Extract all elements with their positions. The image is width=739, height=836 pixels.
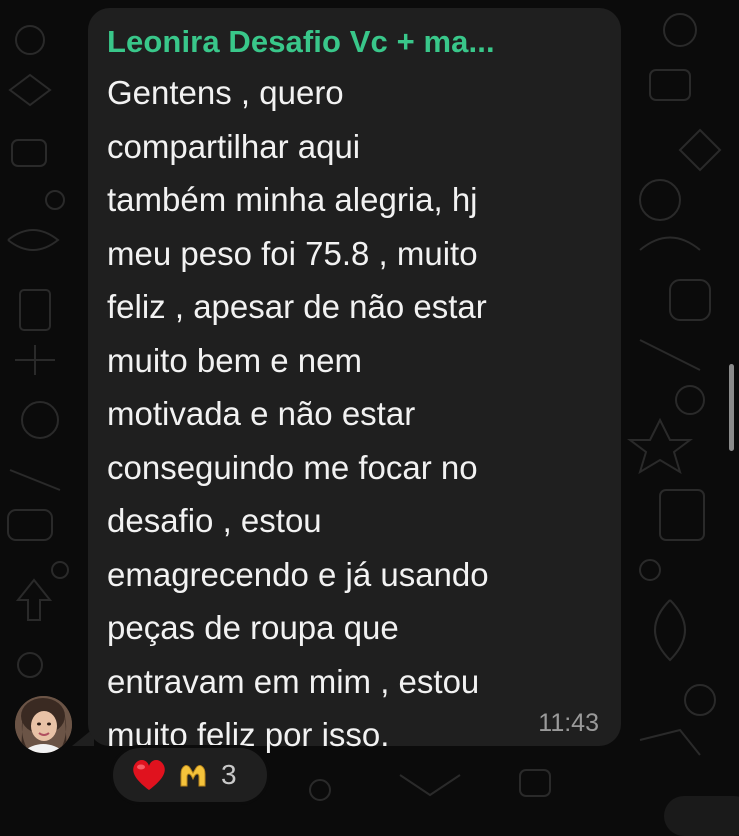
- message-line: peças de roupa que: [107, 609, 399, 646]
- message-line: entravam em mim , estou: [107, 662, 480, 700]
- message-line: Gentens , quero: [107, 74, 344, 111]
- message-line: muito bem e nem: [107, 341, 362, 379]
- reaction-count: 3: [221, 759, 237, 790]
- heart-icon: [131, 758, 167, 792]
- scrollbar[interactable]: [729, 364, 734, 451]
- next-message-bubble: [664, 796, 739, 836]
- message-line: também minha alegria, hj: [107, 181, 478, 218]
- message-line: conseguindo me focar no: [107, 448, 478, 486]
- heart-hands-icon: [177, 760, 209, 790]
- message-line: motivada e não estar: [107, 395, 416, 432]
- sender-name[interactable]: Leonira Desafio Vc + ma...: [107, 22, 601, 62]
- message-line: compartilhar aqui: [107, 127, 361, 165]
- message-line: meu peso foi 75.8 , muito: [107, 234, 478, 272]
- message-bubble[interactable]: Leonira Desafio Vc + ma... Gentens , que…: [88, 8, 621, 753]
- message-line: desafio , estou: [107, 502, 322, 539]
- message-line: emagrecendo e já usando: [107, 555, 489, 593]
- message-text: Gentens , quero compartilhar aqui também…: [107, 66, 607, 762]
- message-timestamp: 11:43: [538, 709, 599, 737]
- sender-avatar[interactable]: [15, 696, 72, 753]
- reactions-pill[interactable]: 3: [110, 745, 270, 805]
- message-line: feliz , apesar de não estar: [107, 288, 487, 325]
